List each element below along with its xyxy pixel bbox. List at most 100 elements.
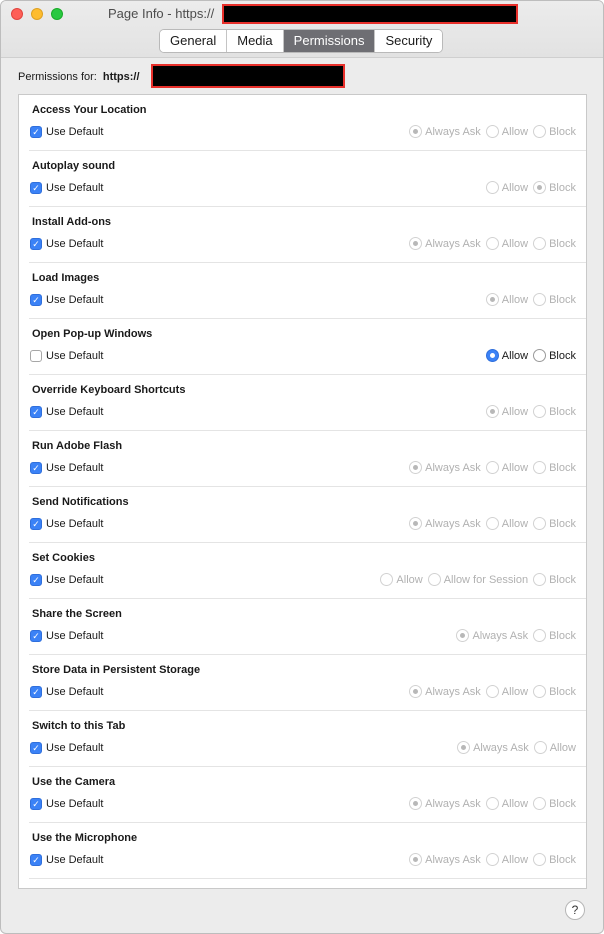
radio-button[interactable]: [533, 797, 547, 810]
radio-button[interactable]: [485, 461, 499, 474]
checkmark-icon[interactable]: ✓: [30, 854, 42, 866]
radio-button[interactable]: [533, 125, 547, 138]
checkmark-icon[interactable]: ✓: [30, 574, 42, 586]
radio-button[interactable]: [485, 517, 499, 530]
radio-button[interactable]: [380, 573, 394, 586]
permission-option[interactable]: Allow: [485, 797, 528, 810]
checkmark-icon[interactable]: ✓: [30, 518, 42, 530]
radio-button[interactable]: [533, 405, 547, 418]
permission-option[interactable]: Always Ask: [409, 517, 481, 530]
radio-button[interactable]: [485, 685, 499, 698]
use-default-control[interactable]: ✓ Use Default: [30, 574, 103, 586]
permission-option[interactable]: Always Ask: [409, 237, 481, 250]
permission-option[interactable]: Allow: [380, 573, 423, 586]
permission-option[interactable]: Allow: [485, 293, 528, 306]
radio-button[interactable]: [533, 181, 547, 194]
radio-button[interactable]: [485, 293, 499, 306]
radio-button[interactable]: [533, 685, 547, 698]
permission-option[interactable]: Block: [533, 405, 576, 418]
permission-option[interactable]: Always Ask: [457, 741, 529, 754]
radio-button[interactable]: [485, 853, 499, 866]
permission-option[interactable]: Block: [533, 685, 576, 698]
permission-option[interactable]: Allow: [485, 461, 528, 474]
radio-button[interactable]: [409, 853, 423, 866]
tab-security[interactable]: Security: [375, 30, 443, 52]
radio-button[interactable]: [533, 237, 547, 250]
radio-button[interactable]: [409, 461, 423, 474]
radio-button[interactable]: [409, 685, 423, 698]
permission-option[interactable]: Block: [533, 573, 576, 586]
checkmark-icon[interactable]: ✓: [30, 798, 42, 810]
permission-option[interactable]: Block: [533, 461, 576, 474]
permission-option[interactable]: Allow: [485, 517, 528, 530]
permission-option[interactable]: Block: [533, 629, 576, 642]
radio-button[interactable]: [533, 349, 547, 362]
permission-option[interactable]: Block: [533, 181, 576, 194]
use-default-control[interactable]: ✓ Use Default: [30, 406, 103, 418]
radio-button[interactable]: [533, 573, 547, 586]
permission-option[interactable]: Block: [533, 853, 576, 866]
checkmark-icon[interactable]: ✓: [30, 126, 42, 138]
permission-option[interactable]: Allow: [485, 125, 528, 138]
permission-option[interactable]: Allow: [485, 685, 528, 698]
checkmark-icon[interactable]: ✓: [30, 686, 42, 698]
permission-option[interactable]: Always Ask: [409, 685, 481, 698]
radio-button[interactable]: [485, 181, 499, 194]
permission-option[interactable]: Allow: [485, 853, 528, 866]
checkmark-icon[interactable]: ✓: [30, 462, 42, 474]
permission-option[interactable]: Block: [533, 125, 576, 138]
radio-button[interactable]: [533, 741, 547, 754]
tab-permissions[interactable]: Permissions: [283, 30, 376, 52]
use-default-control[interactable]: ✓ Use Default: [30, 462, 103, 474]
use-default-control[interactable]: ✓ Use Default: [30, 518, 103, 530]
permission-option[interactable]: Always Ask: [409, 797, 481, 810]
use-default-control[interactable]: ✓ Use Default: [30, 294, 103, 306]
permission-option[interactable]: Always Ask: [409, 125, 481, 138]
permission-option[interactable]: Always Ask: [409, 461, 481, 474]
radio-button[interactable]: [485, 797, 499, 810]
use-default-control[interactable]: ✓ Use Default: [30, 742, 103, 754]
checkmark-icon[interactable]: ✓: [30, 742, 42, 754]
radio-button[interactable]: [409, 125, 423, 138]
radio-button[interactable]: [533, 293, 547, 306]
use-default-control[interactable]: ✓ Use Default: [30, 798, 103, 810]
radio-button[interactable]: [457, 741, 471, 754]
use-default-control[interactable]: ✓ Use Default: [30, 182, 103, 194]
use-default-control[interactable]: ✓ Use Default: [30, 854, 103, 866]
permission-option[interactable]: Allow for Session: [427, 573, 528, 586]
radio-button[interactable]: [427, 573, 441, 586]
radio-button[interactable]: [533, 461, 547, 474]
checkmark-icon[interactable]: ✓: [30, 406, 42, 418]
help-button[interactable]: ?: [565, 900, 585, 920]
radio-button[interactable]: [485, 237, 499, 250]
minimize-window-button[interactable]: [31, 8, 43, 20]
checkmark-icon[interactable]: ✓: [30, 182, 42, 194]
radio-button[interactable]: [533, 629, 547, 642]
radio-button[interactable]: [409, 517, 423, 530]
radio-button[interactable]: [485, 405, 499, 418]
checkmark-icon[interactable]: ✓: [30, 238, 42, 250]
permission-option[interactable]: Block: [533, 517, 576, 530]
use-default-checkbox[interactable]: [30, 350, 42, 362]
checkmark-icon[interactable]: ✓: [30, 294, 42, 306]
radio-button[interactable]: [409, 797, 423, 810]
permission-option[interactable]: Allow: [485, 405, 528, 418]
permission-option[interactable]: Allow: [485, 237, 528, 250]
radio-button[interactable]: [456, 629, 470, 642]
checkmark-icon[interactable]: ✓: [30, 630, 42, 642]
radio-button[interactable]: [533, 517, 547, 530]
tab-general[interactable]: General: [160, 30, 228, 52]
use-default-control[interactable]: ✓ Use Default: [30, 238, 103, 250]
permission-option[interactable]: Allow: [533, 741, 576, 754]
permission-option[interactable]: Block: [533, 797, 576, 810]
use-default-control[interactable]: ✓ Use Default: [30, 126, 103, 138]
permission-option[interactable]: Allow: [485, 349, 528, 362]
permission-option[interactable]: Allow: [485, 181, 528, 194]
permission-option[interactable]: Always Ask: [456, 629, 528, 642]
zoom-window-button[interactable]: [51, 8, 63, 20]
permission-option[interactable]: Always Ask: [409, 853, 481, 866]
radio-button[interactable]: [485, 349, 499, 362]
permission-option[interactable]: Block: [533, 349, 576, 362]
radio-button[interactable]: [533, 853, 547, 866]
radio-button[interactable]: [409, 237, 423, 250]
